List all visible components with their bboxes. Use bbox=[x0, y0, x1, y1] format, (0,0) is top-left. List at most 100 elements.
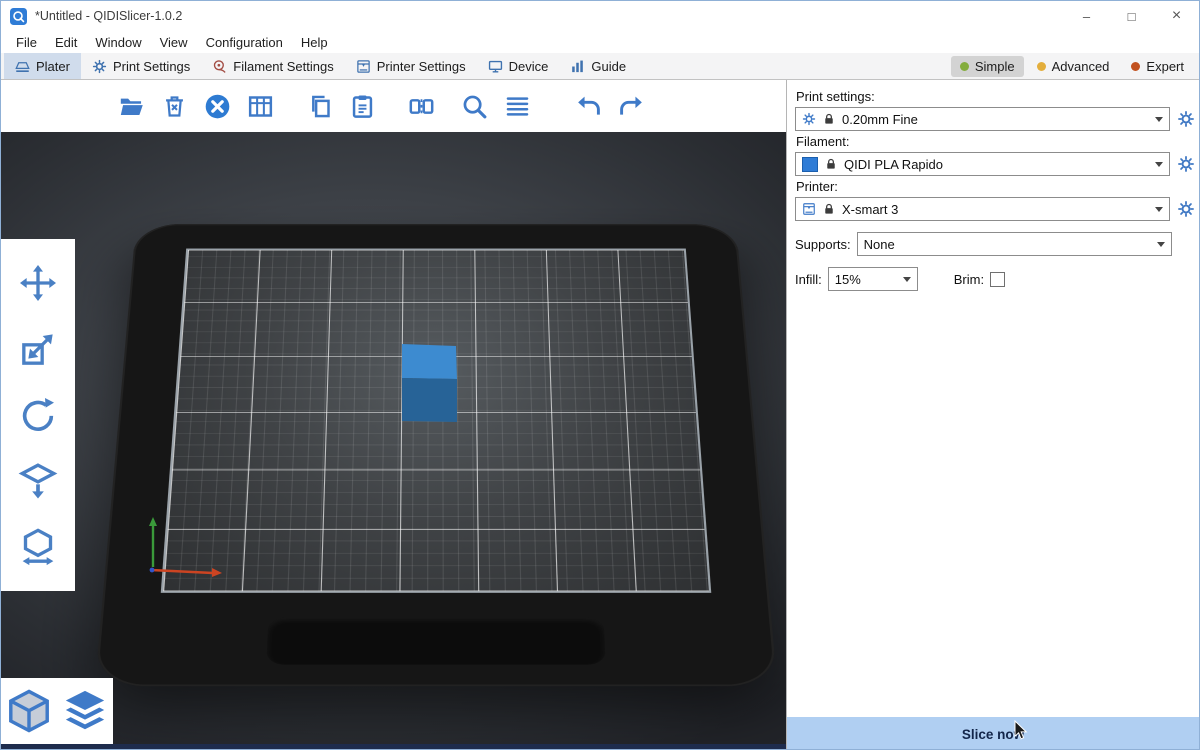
rotate-icon bbox=[18, 395, 58, 435]
window-title: *Untitled - QIDISlicer-1.0.2 bbox=[35, 9, 182, 23]
bed-grid bbox=[161, 249, 712, 593]
gear-icon bbox=[1177, 200, 1195, 218]
copy-button[interactable] bbox=[301, 88, 337, 124]
viewport-3d[interactable] bbox=[1, 80, 786, 750]
tab-filament-settings[interactable]: Filament Settings bbox=[201, 53, 344, 79]
gear-icon bbox=[92, 59, 107, 74]
advanced-mode-dot-icon bbox=[1037, 62, 1046, 71]
menu-item-view[interactable]: View bbox=[151, 35, 197, 50]
menu-item-edit[interactable]: Edit bbox=[46, 35, 86, 50]
preview-layers-view-button[interactable] bbox=[60, 683, 110, 739]
mode-selector: Simple Advanced Expert bbox=[951, 53, 1199, 79]
tab-printer-settings[interactable]: Printer Settings bbox=[345, 53, 477, 79]
menu-item-help[interactable]: Help bbox=[292, 35, 337, 50]
print-settings-gear-button[interactable] bbox=[1176, 110, 1195, 129]
arrange-icon bbox=[247, 93, 274, 120]
expert-mode-dot-icon bbox=[1131, 62, 1140, 71]
close-button[interactable]: × bbox=[1154, 1, 1199, 31]
supports-value: None bbox=[864, 237, 895, 252]
search-button[interactable] bbox=[456, 88, 492, 124]
guide-chart-icon bbox=[570, 59, 585, 74]
chevron-down-icon bbox=[903, 277, 911, 282]
brim-label: Brim: bbox=[954, 272, 984, 287]
maximize-button[interactable]: □ bbox=[1109, 1, 1154, 31]
viewport-toolbar bbox=[113, 88, 656, 124]
rotate-button[interactable] bbox=[15, 392, 61, 438]
paste-button[interactable] bbox=[344, 88, 380, 124]
tab-bar: Plater Print Settings Filament Settings … bbox=[1, 53, 1199, 80]
printer-value: X-smart 3 bbox=[842, 202, 898, 217]
chevron-down-icon bbox=[1155, 207, 1163, 212]
mode-simple[interactable]: Simple bbox=[951, 56, 1024, 77]
menu-item-configuration[interactable]: Configuration bbox=[197, 35, 292, 50]
filament-gear-button[interactable] bbox=[1176, 155, 1195, 174]
lock-icon bbox=[822, 112, 836, 126]
minimize-button[interactable]: – bbox=[1064, 1, 1109, 31]
scale-icon bbox=[18, 329, 58, 369]
lock-icon bbox=[824, 157, 838, 171]
delete-all-icon bbox=[204, 93, 231, 120]
supports-label: Supports: bbox=[795, 237, 851, 252]
open-file-icon bbox=[118, 93, 145, 120]
mode-label: Expert bbox=[1146, 59, 1184, 74]
slice-now-button[interactable]: Slice now bbox=[787, 717, 1199, 750]
plater-bed-icon bbox=[15, 59, 30, 74]
printer-combo[interactable]: X-smart 3 bbox=[795, 197, 1170, 221]
app-logo-icon bbox=[10, 8, 27, 25]
place-on-face-button[interactable] bbox=[15, 458, 61, 504]
mirror-button[interactable] bbox=[15, 524, 61, 570]
tab-label: Guide bbox=[591, 59, 626, 74]
print-settings-combo[interactable]: 0.20mm Fine bbox=[795, 107, 1170, 131]
tab-guide[interactable]: Guide bbox=[559, 53, 637, 79]
menu-item-window[interactable]: Window bbox=[86, 35, 150, 50]
tab-device[interactable]: Device bbox=[477, 53, 560, 79]
3d-scene[interactable] bbox=[1, 132, 786, 744]
delete-icon bbox=[161, 93, 188, 120]
printer-icon bbox=[802, 202, 816, 216]
search-icon bbox=[461, 93, 488, 120]
brim-checkbox[interactable] bbox=[990, 272, 1005, 287]
menu-bar: File Edit Window View Configuration Help bbox=[1, 31, 1199, 53]
printer-icon bbox=[356, 59, 371, 74]
delete-button[interactable] bbox=[156, 88, 192, 124]
split-objects-button[interactable] bbox=[403, 88, 439, 124]
filament-spool-icon bbox=[212, 59, 227, 74]
arrange-button[interactable] bbox=[242, 88, 278, 124]
mode-expert[interactable]: Expert bbox=[1122, 56, 1193, 77]
filament-label: Filament: bbox=[796, 134, 1197, 149]
settings-panel: Print settings: 0.20mm Fine Filament: QI… bbox=[786, 80, 1199, 750]
infill-label: Infill: bbox=[795, 272, 822, 287]
supports-combo[interactable]: None bbox=[857, 232, 1172, 256]
filament-combo[interactable]: QIDI PLA Rapido bbox=[795, 152, 1170, 176]
infill-combo[interactable]: 15% bbox=[828, 267, 918, 291]
printer-gear-button[interactable] bbox=[1176, 200, 1195, 219]
mode-advanced[interactable]: Advanced bbox=[1028, 56, 1119, 77]
redo-button[interactable] bbox=[613, 88, 649, 124]
view-toolbar bbox=[1, 678, 113, 744]
tab-plater[interactable]: Plater bbox=[4, 53, 81, 79]
lock-icon bbox=[822, 202, 836, 216]
scale-button[interactable] bbox=[15, 326, 61, 372]
bed-handle-notch bbox=[266, 618, 605, 665]
open-file-button[interactable] bbox=[113, 88, 149, 124]
printer-label: Printer: bbox=[796, 179, 1197, 194]
variable-layer-height-icon bbox=[504, 93, 531, 120]
infill-value: 15% bbox=[835, 272, 861, 287]
chevron-down-icon bbox=[1155, 117, 1163, 122]
device-monitor-icon bbox=[488, 59, 503, 74]
delete-all-button[interactable] bbox=[199, 88, 235, 124]
tab-print-settings[interactable]: Print Settings bbox=[81, 53, 201, 79]
viewport-bottom-strip bbox=[1, 744, 786, 750]
print-bed bbox=[95, 224, 778, 686]
menu-item-file[interactable]: File bbox=[7, 35, 46, 50]
variable-layer-height-button[interactable] bbox=[499, 88, 535, 124]
undo-button[interactable] bbox=[570, 88, 606, 124]
editor-3d-view-button[interactable] bbox=[4, 683, 54, 739]
move-button[interactable] bbox=[15, 260, 61, 306]
main-area: Print settings: 0.20mm Fine Filament: QI… bbox=[1, 80, 1199, 750]
print-settings-label: Print settings: bbox=[796, 89, 1197, 104]
editor-3d-view-icon bbox=[6, 688, 52, 734]
tab-label: Filament Settings bbox=[233, 59, 333, 74]
window-controls: – □ × bbox=[1064, 1, 1199, 31]
app-window: *Untitled - QIDISlicer-1.0.2 – □ × File … bbox=[0, 0, 1200, 750]
